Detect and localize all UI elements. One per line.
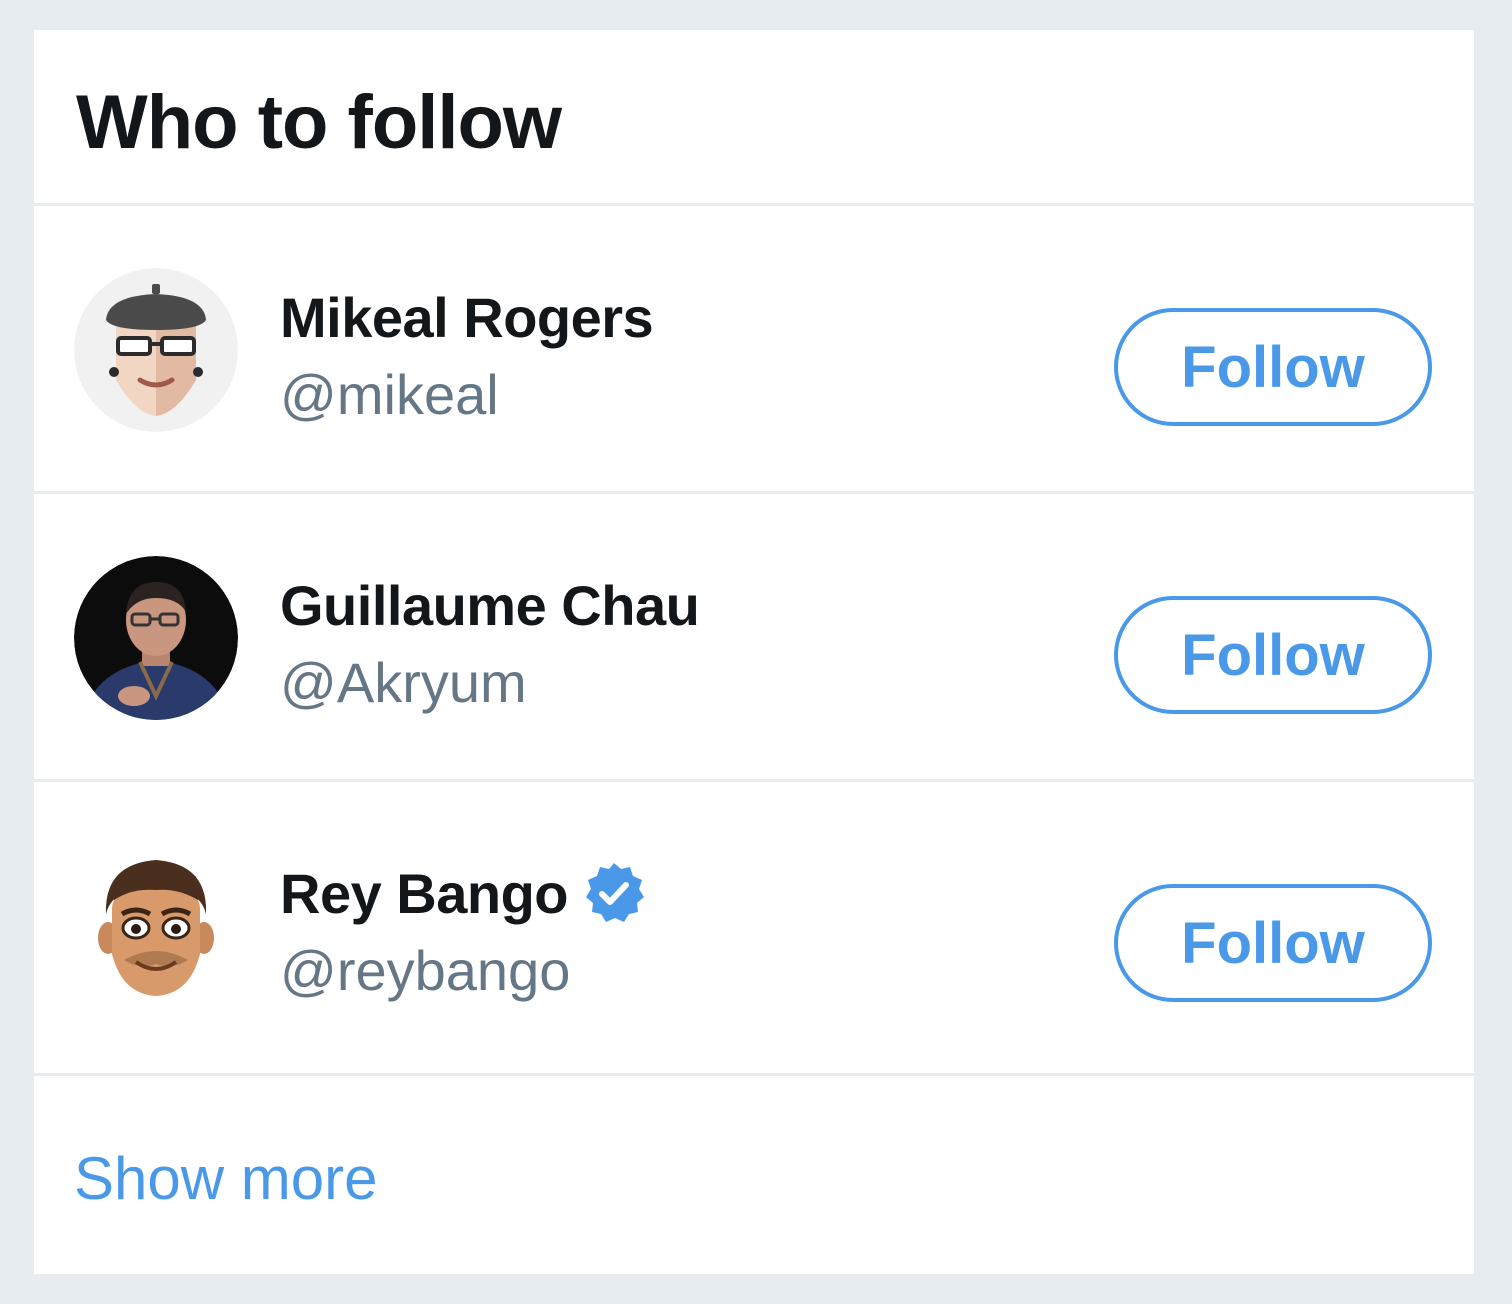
user-name-line: Rey Bango bbox=[280, 858, 646, 928]
user-handle[interactable]: @reybango bbox=[280, 936, 570, 1006]
show-more-link[interactable]: Show more bbox=[74, 1142, 377, 1216]
avatar-image bbox=[74, 844, 238, 1008]
avatar[interactable] bbox=[74, 556, 238, 720]
user-handle[interactable]: @Akryum bbox=[280, 648, 527, 718]
verified-badge-icon bbox=[582, 861, 646, 925]
who-to-follow-panel: Who to follow Mikeal Rogers @mikeal Foll… bbox=[34, 30, 1474, 1274]
avatar[interactable] bbox=[74, 268, 238, 432]
avatar[interactable] bbox=[74, 844, 238, 1008]
user-name-line: Guillaume Chau bbox=[280, 570, 700, 640]
panel-header: Who to follow bbox=[34, 30, 1474, 206]
user-name[interactable]: Rey Bango bbox=[280, 861, 569, 926]
follow-button[interactable]: Follow bbox=[1114, 596, 1432, 714]
user-name[interactable]: Guillaume Chau bbox=[280, 573, 700, 638]
user-suggestion-row[interactable]: Mikeal Rogers @mikeal Follow bbox=[34, 206, 1474, 494]
panel-title: Who to follow bbox=[76, 80, 562, 165]
avatar-image bbox=[74, 268, 238, 432]
avatar-image bbox=[74, 556, 238, 720]
user-suggestion-row[interactable]: Guillaume Chau @Akryum Follow bbox=[34, 494, 1474, 782]
follow-button[interactable]: Follow bbox=[1114, 884, 1432, 1002]
user-suggestion-row[interactable]: Rey Bango @reybango Follow bbox=[34, 782, 1474, 1076]
user-name-line: Mikeal Rogers bbox=[280, 282, 654, 352]
user-name[interactable]: Mikeal Rogers bbox=[280, 285, 654, 350]
user-handle[interactable]: @mikeal bbox=[280, 360, 499, 430]
follow-button[interactable]: Follow bbox=[1114, 308, 1432, 426]
